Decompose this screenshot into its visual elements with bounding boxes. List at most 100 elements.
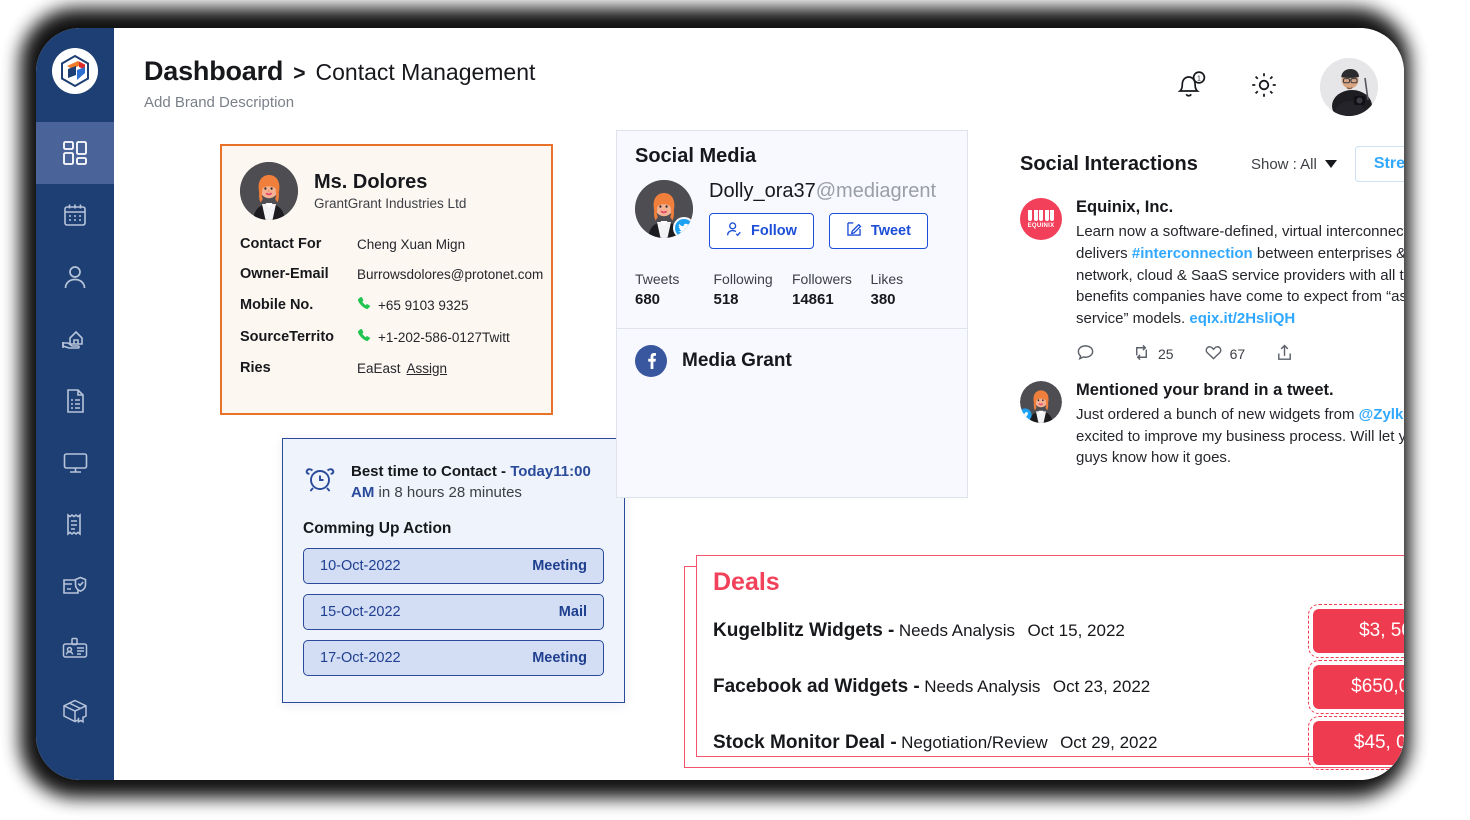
field-value: +1-202-586-0127Twitt xyxy=(378,329,510,345)
action-row[interactable]: 10-Oct-2022 Meeting xyxy=(303,547,604,584)
sidebar-item-invoices[interactable] xyxy=(36,494,114,556)
document-list-icon xyxy=(62,388,88,414)
social-interactions-controls: Show : All Streams xyxy=(1251,146,1404,182)
heart-icon xyxy=(1204,343,1223,365)
avatar[interactable] xyxy=(1320,58,1378,116)
handle-name: Dolly_ora37 xyxy=(709,180,816,202)
show-filter-dropdown[interactable]: Show : All xyxy=(1251,156,1337,173)
svg-text:1: 1 xyxy=(1197,75,1201,82)
action-date: 17-Oct-2022 xyxy=(320,649,401,666)
contact-row-ries: Ries EaEast Assign xyxy=(240,360,533,376)
action-date: 15-Oct-2022 xyxy=(320,603,401,620)
phone-icon[interactable] xyxy=(357,328,372,346)
app-window: Dashboard > Contact Management Add Brand… xyxy=(36,28,1404,780)
streams-button[interactable]: Streams xyxy=(1354,146,1404,182)
deal-date: Oct 15, 2022 xyxy=(1027,621,1125,640)
stat-label: Likes xyxy=(870,271,904,287)
field-label: Ries xyxy=(240,360,271,376)
equinix-wordmark: EQUINIX xyxy=(1027,222,1055,229)
compose-pencil-icon xyxy=(846,221,862,241)
stat-followers: Followers 14861 xyxy=(792,271,871,308)
deal-row[interactable]: Facebook ad Widgets - Needs Analysis Oct… xyxy=(713,660,1404,714)
post-hashtag[interactable]: #interconnection xyxy=(1132,245,1253,262)
sidebar-item-packages[interactable] xyxy=(36,680,114,742)
field-value-wrap: +1-202-586-0127Twitt xyxy=(357,328,510,346)
deal-name: Stock Monitor Deal - xyxy=(713,732,897,753)
action-type: Meeting xyxy=(532,649,587,666)
follow-button[interactable]: Follow xyxy=(709,213,814,249)
retweet-count: 25 xyxy=(1158,345,1174,362)
action-type: Meeting xyxy=(532,557,587,574)
best-time-header: Best time to Contact - Today11:00 AM in … xyxy=(303,461,604,504)
field-value: Burrowsdolores@protonet.com xyxy=(357,266,544,282)
post-text: Just ordered a bunch of new widgets from… xyxy=(1076,404,1404,469)
like-action[interactable]: 67 xyxy=(1204,343,1245,365)
social-media-profile: Dolly_ora37@mediagrent Follow Tweet xyxy=(617,168,967,249)
main-content: Dashboard > Contact Management Add Brand… xyxy=(114,28,1404,780)
sidebar-item-contacts[interactable] xyxy=(36,246,114,308)
screenshot-root: Dashboard > Contact Management Add Brand… xyxy=(0,0,1470,820)
post-text-part-2: excited to improve my business process. … xyxy=(1076,427,1404,467)
notification-bell-icon[interactable]: 1 xyxy=(1174,69,1208,106)
contact-name: Ms. Dolores xyxy=(314,171,428,193)
sidebar-item-documents[interactable] xyxy=(36,370,114,432)
contact-row-owner-email: Owner-Email Burrowsdolores@protonet.com xyxy=(240,266,543,282)
sidebar-item-monitor[interactable] xyxy=(36,432,114,494)
action-date: 10-Oct-2022 xyxy=(320,557,401,574)
sidebar-item-id-cards[interactable] xyxy=(36,618,114,680)
post-actions: 25 67 xyxy=(1076,343,1404,365)
deal-row[interactable]: Kugelblitz Widgets - Needs Analysis Oct … xyxy=(713,604,1404,658)
sidebar xyxy=(36,28,114,780)
stat-label: Following xyxy=(713,271,773,287)
deal-stage: Negotiation/Review xyxy=(901,733,1048,752)
contact-identity: Ms. Dolores GrantGrant Industries Ltd xyxy=(314,171,466,211)
tweet-button[interactable]: Tweet xyxy=(828,213,928,249)
social-stats: Tweets 680 Following 518 Followers 14861… xyxy=(617,249,967,308)
deal-stage: Needs Analysis xyxy=(898,621,1016,640)
share-action[interactable] xyxy=(1275,343,1301,365)
card-shield-icon xyxy=(61,574,89,600)
stat-following: Following 518 xyxy=(714,271,793,308)
social-media-title: Social Media xyxy=(635,145,757,167)
calendar-icon xyxy=(62,202,88,228)
field-value-wrap: +65 9103 9325 xyxy=(357,296,468,314)
header-actions: 1 xyxy=(1174,56,1378,116)
handle-tag: @mediagrent xyxy=(815,180,937,202)
field-value: +65 9103 9325 xyxy=(378,297,469,313)
deal-amount[interactable]: $650,000,00 xyxy=(1308,660,1404,714)
assign-link[interactable]: Assign xyxy=(407,361,448,376)
action-row[interactable]: 15-Oct-2022 Mail xyxy=(303,593,604,630)
stat-value: 380 xyxy=(870,291,896,308)
reply-action[interactable] xyxy=(1076,343,1102,365)
deal-amount[interactable]: $45, 000.00 xyxy=(1308,716,1404,770)
deal-info: Facebook ad Widgets - Needs Analysis Oct… xyxy=(713,676,1150,698)
best-time-text: Best time to Contact - Today11:00 AM in … xyxy=(351,461,604,504)
follow-label: Follow xyxy=(751,223,797,239)
field-label: Owner-Email xyxy=(240,266,329,282)
sidebar-item-properties[interactable] xyxy=(36,308,114,370)
sidebar-item-dashboard[interactable] xyxy=(36,122,114,184)
page-subtitle: Add Brand Description xyxy=(144,94,295,111)
retweet-action[interactable]: 25 xyxy=(1132,343,1174,365)
stat-tweets: Tweets 680 xyxy=(635,271,714,308)
page-title: Dashboard xyxy=(144,56,284,86)
contact-row-source-territo: SourceTerrito +1-202-586-0127Twitt xyxy=(240,328,533,346)
deal-info: Stock Monitor Deal - Negotiation/Review … xyxy=(713,732,1157,754)
gear-icon[interactable] xyxy=(1248,69,1280,106)
phone-icon[interactable] xyxy=(357,296,372,314)
facebook-account-row[interactable]: Media Grant xyxy=(617,329,967,393)
breadcrumb-separator: > xyxy=(293,62,306,85)
post-link[interactable]: eqix.it/2HsliQH xyxy=(1189,310,1295,327)
action-row[interactable]: 17-Oct-2022 Meeting xyxy=(303,639,604,676)
receipt-icon xyxy=(63,512,87,538)
brand-logo-icon[interactable] xyxy=(52,48,98,94)
equinix-logo-icon: EQUINIX xyxy=(1020,198,1062,240)
social-media-panel: Social Media Dolly_ora37@mediagrent Foll… xyxy=(616,130,968,498)
deal-amount[interactable]: $3, 500.00 xyxy=(1308,604,1404,658)
action-type: Mail xyxy=(558,603,587,620)
sidebar-item-calendar[interactable] xyxy=(36,184,114,246)
deal-row[interactable]: Stock Monitor Deal - Negotiation/Review … xyxy=(713,716,1404,770)
sidebar-item-insurance[interactable] xyxy=(36,556,114,618)
mention-avatar xyxy=(1020,380,1062,423)
post-mention[interactable]: @ZylkerInc xyxy=(1359,406,1404,423)
